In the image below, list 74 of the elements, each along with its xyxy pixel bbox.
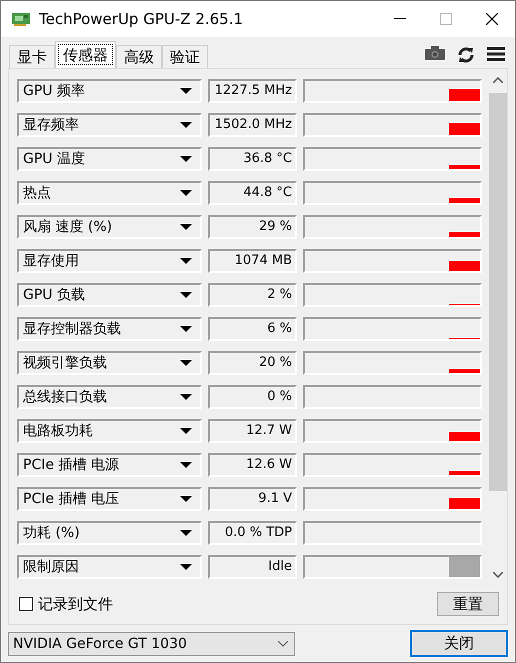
sensor-value: 12.7 W — [208, 419, 297, 443]
menu-icon[interactable] — [487, 46, 505, 62]
reset-button[interactable]: 重置 — [437, 592, 499, 616]
graphics-card-icon — [11, 11, 31, 27]
sensor-selector[interactable]: 风扇 速度 (%) — [17, 215, 202, 239]
checkbox-label: 记录到文件 — [38, 594, 113, 614]
caret-icon — [180, 564, 192, 570]
refresh-icon[interactable] — [457, 46, 475, 64]
graph-bar — [449, 432, 480, 441]
minimize-icon[interactable] — [394, 18, 406, 20]
sensor-selector[interactable]: 电路板功耗 — [17, 419, 202, 443]
caret-icon — [180, 462, 192, 468]
sensor-selector[interactable]: 功耗 (%) — [17, 521, 202, 545]
caret-icon — [180, 292, 192, 298]
caret-icon — [180, 530, 192, 536]
graph-bar — [449, 123, 480, 135]
chevron-icon — [278, 640, 288, 646]
sensor-selector[interactable]: 总线接口负载 — [17, 385, 202, 409]
sensor-selector[interactable]: 显存控制器负载 — [17, 317, 202, 341]
caret-icon — [180, 190, 192, 196]
sensor-value: 2 % — [208, 283, 297, 307]
sensor-value: 1227.5 MHz — [208, 79, 297, 103]
sensor-value: 0 % — [208, 385, 297, 409]
caret-icon — [180, 258, 192, 264]
caret-icon — [180, 156, 192, 162]
tab[interactable]: 传感器 — [55, 41, 116, 68]
sensor-value: 1502.0 MHz — [208, 113, 297, 137]
sensor-selector[interactable]: PCIe 插槽 电源 — [17, 453, 202, 477]
sensor-selector[interactable]: GPU 负载 — [17, 283, 202, 307]
log-checkbox[interactable] — [19, 597, 33, 611]
close-button[interactable]: 关闭 — [410, 630, 508, 657]
scroll-down-icon[interactable] — [493, 572, 503, 578]
caret-icon — [180, 394, 192, 400]
sensor-value: 20 % — [208, 351, 297, 375]
sensor-selector[interactable]: GPU 温度 — [17, 147, 202, 171]
close-icon[interactable] — [486, 13, 498, 25]
caret-icon — [180, 122, 192, 128]
graph-bar — [449, 369, 480, 373]
graph-bar — [449, 165, 480, 169]
sensor-value: 29 % — [208, 215, 297, 239]
graph-bar — [449, 498, 480, 509]
graph-bar — [449, 471, 480, 475]
graph-bar — [449, 198, 480, 203]
caret-icon — [180, 428, 192, 434]
scroll-up-icon[interactable] — [493, 77, 503, 83]
sensor-value: Idle — [208, 555, 297, 579]
caret-icon — [180, 224, 192, 230]
sensor-value: 9.1 V — [208, 487, 297, 511]
sensor-selector[interactable]: 显存使用 — [17, 249, 202, 273]
caret-icon — [180, 360, 192, 366]
caret-icon — [180, 326, 192, 332]
tab[interactable]: 高级 — [116, 45, 162, 68]
graph-bar — [449, 261, 480, 271]
sensor-value: 1074 MB — [208, 249, 297, 273]
caret-icon — [180, 496, 192, 502]
graphics-card-select[interactable]: NVIDIA GeForce GT 1030 — [8, 632, 295, 656]
tab[interactable]: 显卡 — [9, 45, 55, 68]
caret-icon — [180, 88, 192, 94]
sensor-selector[interactable]: 限制原因 — [17, 555, 202, 579]
sensor-selector[interactable]: GPU 频率 — [17, 79, 202, 103]
sensor-value: 44.8 °C — [208, 181, 297, 205]
graph-bar — [449, 232, 480, 237]
sensor-selector[interactable]: 显存频率 — [17, 113, 202, 137]
sensor-value: 12.6 W — [208, 453, 297, 477]
camera-icon[interactable] — [425, 46, 445, 60]
sensor-value: 36.8 °C — [208, 147, 297, 171]
sensor-selector[interactable]: 视频引擎负载 — [17, 351, 202, 375]
sensor-value: 6 % — [208, 317, 297, 341]
graph-bar — [449, 89, 480, 101]
sensor-selector[interactable]: PCIe 插槽 电压 — [17, 487, 202, 511]
sensor-value: 0.0 % TDP — [208, 521, 297, 545]
sensor-selector[interactable]: 热点 — [17, 181, 202, 205]
tab[interactable]: 验证 — [162, 45, 208, 68]
window-title: TechPowerUp GPU-Z 2.65.1 — [39, 10, 244, 28]
